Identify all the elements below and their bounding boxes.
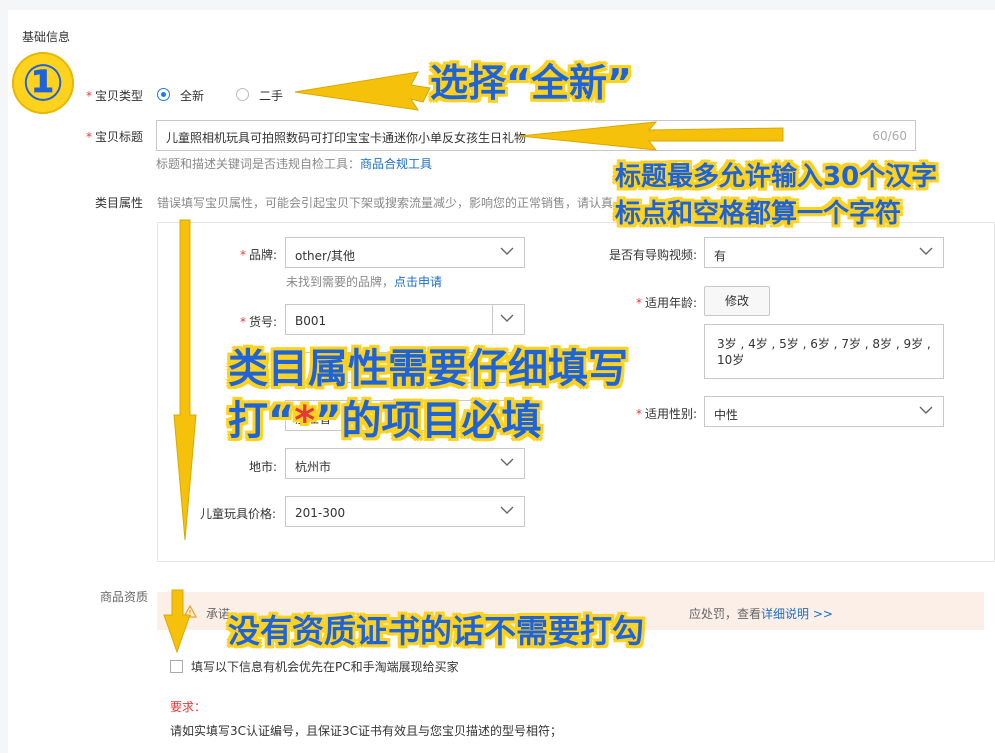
- age-values: 3岁 , 4岁 , 5岁 , 6岁 , 7岁 , 8岁 , 9岁 , 10岁: [704, 324, 944, 379]
- brand-label: *品牌:: [240, 246, 277, 263]
- age-edit-button[interactable]: 修改: [704, 286, 770, 316]
- age-label: *适用年龄:: [636, 294, 697, 311]
- sku-combobox[interactable]: B001: [285, 304, 525, 335]
- details-link[interactable]: 详细说明 >>: [761, 607, 833, 621]
- chevron-down-icon: [919, 405, 933, 415]
- annotation-title-limit-1: 标题最多允许输入30个汉字: [615, 156, 937, 193]
- requirements-text: 请如实填写3C认证编号，且保证3C证书有效且与您宝贝描述的型号相符；: [170, 722, 562, 739]
- video-select[interactable]: 有: [704, 237, 944, 268]
- brand-value: other/其他: [295, 247, 355, 264]
- sku-value: B001: [295, 314, 326, 328]
- title-value: 儿童照相机玩具可拍照数码可打印宝宝卡通迷你小单反女孩生日礼物: [166, 129, 526, 146]
- annotation-attr-note-2: 打“*”的项目必填: [228, 388, 542, 446]
- city-value: 杭州市: [295, 458, 331, 475]
- section-title: 基础信息: [22, 28, 70, 45]
- chevron-down-icon: [500, 313, 514, 323]
- qualification-checkbox[interactable]: [170, 660, 183, 673]
- radio-used[interactable]: [236, 88, 249, 101]
- qualification-label: 商品资质: [100, 588, 148, 605]
- category-warning: 错误填写宝贝属性，可能会引起宝贝下架或搜索流量减少，影响您的正常销售，请认真: [157, 194, 613, 211]
- chevron-down-icon: [919, 246, 933, 256]
- annotation-choose-new: 选择“全新”: [430, 52, 632, 107]
- chevron-down-icon: [500, 246, 514, 256]
- radio-new-label[interactable]: 全新: [180, 87, 204, 104]
- annotation-title-limit-2: 标点和空格都算一个字符: [615, 193, 901, 230]
- price-label: 儿童玩具价格:: [200, 505, 276, 522]
- gender-value: 中性: [714, 406, 738, 423]
- qualification-checkbox-label[interactable]: 填写以下信息有机会优先在PC和手淘端展现给买家: [191, 658, 459, 675]
- chevron-down-icon: [500, 505, 514, 515]
- compliance-tool-link[interactable]: 商品合规工具: [360, 157, 432, 171]
- gender-select[interactable]: 中性: [704, 396, 944, 427]
- price-value: 201-300: [295, 506, 345, 520]
- city-label: 地市:: [249, 458, 277, 475]
- title-label: *宝贝标题: [86, 128, 143, 145]
- city-select[interactable]: 杭州市: [285, 448, 525, 479]
- annotation-qualification-note: 没有资质证书的话不需要打勾: [228, 606, 644, 652]
- title-counter: 60/60: [872, 129, 907, 143]
- annotation-attr-note-1: 类目属性需要仔细填写: [228, 336, 628, 394]
- sku-label: *货号:: [240, 313, 277, 330]
- warning-icon: [183, 605, 197, 618]
- price-select[interactable]: 201-300: [285, 496, 525, 527]
- chevron-down-icon: [500, 457, 514, 467]
- item-type-label: *宝贝类型: [86, 87, 143, 104]
- title-input[interactable]: 儿童照相机玩具可拍照数码可打印宝宝卡通迷你小单反女孩生日礼物 60/60: [156, 120, 916, 151]
- radio-used-label[interactable]: 二手: [259, 87, 283, 104]
- category-label: 类目属性: [95, 194, 143, 211]
- video-value: 有: [714, 247, 726, 264]
- apply-brand-link[interactable]: 点击申请: [394, 275, 442, 289]
- title-hint: 标题和描述关键词是否违规自检工具：商品合规工具: [156, 155, 432, 172]
- brand-select[interactable]: other/其他: [285, 237, 525, 268]
- video-label: 是否有导购视频:: [609, 246, 697, 263]
- brand-hint: 未找到需要的品牌，点击申请: [286, 273, 442, 290]
- step-badge: ①: [12, 52, 74, 114]
- gender-label: *适用性别:: [636, 405, 697, 422]
- requirements-title: 要求：: [170, 698, 206, 715]
- radio-new[interactable]: [157, 88, 170, 101]
